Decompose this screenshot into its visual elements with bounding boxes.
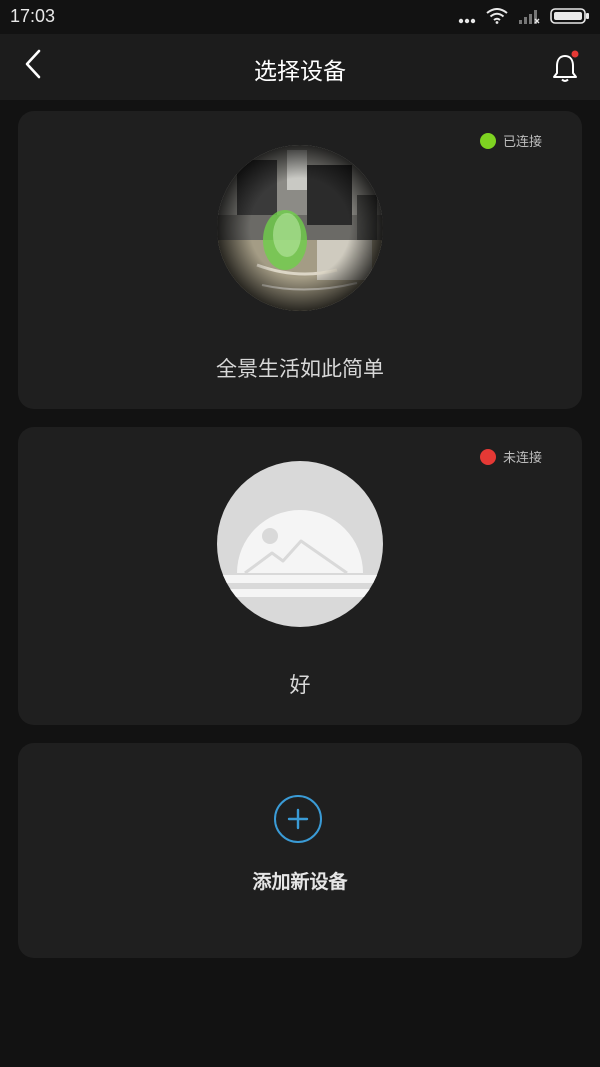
plus-icon <box>287 808 309 830</box>
device-thumbnail[interactable] <box>217 145 383 311</box>
status-icons <box>458 8 590 28</box>
connection-status: 未连接 <box>479 447 542 466</box>
device-card[interactable]: 未连接 好 <box>18 427 582 725</box>
status-dot-connected <box>479 132 496 149</box>
battery-icon <box>550 8 590 28</box>
page-title: 选择设备 <box>254 59 346 85</box>
connection-status: 已连接 <box>479 131 542 150</box>
wifi-icon <box>486 8 508 28</box>
add-device-button[interactable] <box>274 795 322 843</box>
nav-bar: 选择设备 <box>0 34 600 100</box>
add-device-label: 添加新设备 <box>252 871 348 893</box>
more-dots-icon <box>458 9 476 28</box>
connection-status-label: 未连接 <box>502 451 542 466</box>
placeholder-image-icon <box>217 461 383 627</box>
device-name: 好 <box>289 673 311 697</box>
add-device-card[interactable]: 添加新设备 <box>18 743 582 958</box>
device-name: 全景生活如此简单 <box>216 357 384 381</box>
bell-icon <box>550 50 580 88</box>
device-thumbnail[interactable] <box>217 461 383 627</box>
status-dot-disconnected <box>479 448 496 465</box>
camera-preview-image <box>217 145 383 311</box>
signal-icon <box>518 8 540 28</box>
connection-status-label: 已连接 <box>502 135 542 150</box>
device-card[interactable]: 已连接 全景生活如此简单 <box>18 111 582 409</box>
status-time: 17:03 <box>10 6 56 26</box>
status-bar: 17:03 <box>0 0 600 34</box>
notification-button[interactable] <box>550 50 580 84</box>
